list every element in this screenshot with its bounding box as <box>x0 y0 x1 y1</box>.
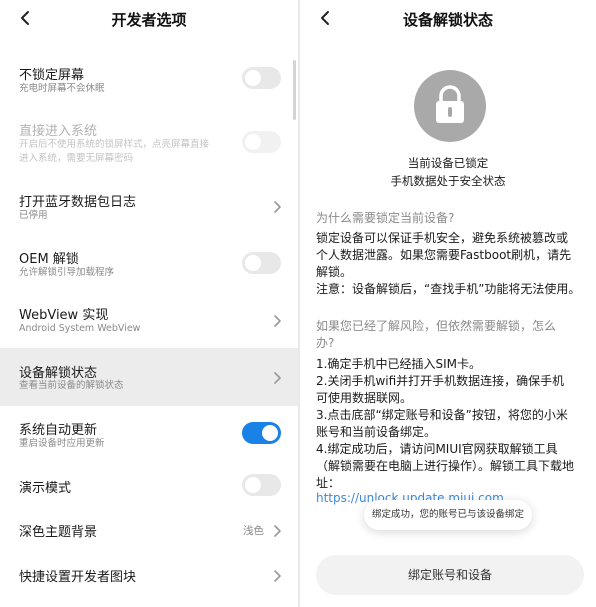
chevron-right-icon <box>272 313 282 327</box>
setting-subtitle: Android System WebView <box>19 323 141 334</box>
stay-awake-toggle[interactable] <box>242 67 281 89</box>
setting-subtitle: 允许解锁引导加载程序 <box>19 267 115 278</box>
text-line: 账号和当前设备绑定。 <box>316 425 437 439</box>
setting-quick-settings-developer-tiles[interactable]: 快捷设置开发者图块 <box>0 556 298 592</box>
text-line: 注意：设备解锁后，“查找手机”功能将无法使用。 <box>316 282 581 296</box>
toggle-knob <box>245 477 261 493</box>
setting-subtitle: 已停用 <box>19 210 48 221</box>
text-line: 可使用数据联网。 <box>316 391 413 405</box>
setting-oem-unlock[interactable]: OEM 解锁 允许解锁引导加载程序 <box>0 240 298 288</box>
setting-title: OEM 解锁 <box>19 252 79 267</box>
page-title: 开发者选项 <box>111 11 187 29</box>
setting-direct-boot: 直接进入系统 开启后不使用系统的锁屏样式，点亮屏幕直接 进入系统，需要无屏幕密码 <box>0 112 298 172</box>
bind-account-device-button[interactable]: 绑定账号和设备 <box>316 555 584 595</box>
top-bar: 设备解锁状态 <box>300 0 596 38</box>
setting-device-unlock-status[interactable]: 设备解锁状态 查看当前设备的解锁状态 <box>0 348 298 406</box>
setting-title: WebView 实现 <box>19 308 109 323</box>
developer-options-screen: 开发者选项 不锁定屏幕 充电时屏幕不会休眠 直接进入系统 开启后不使用系统的锁屏… <box>0 0 298 607</box>
chevron-right-icon <box>272 370 282 384</box>
text-line: 1.确定手机中已经插入SIM卡。 <box>316 357 481 371</box>
setting-webview-implementation[interactable]: WebView 实现 Android System WebView <box>0 296 298 344</box>
setting-title: 直接进入系统 <box>19 124 98 139</box>
setting-title: 深色主题背景 <box>19 525 98 540</box>
demo-mode-toggle[interactable] <box>242 474 281 496</box>
setting-subtitle-line: 开启后不使用系统的锁屏样式，点亮屏幕直接 <box>19 139 210 150</box>
setting-auto-system-update[interactable]: 系统自动更新 重启设备时应用更新 <box>0 410 298 458</box>
lock-icon <box>436 85 464 123</box>
chevron-right-icon <box>272 199 282 213</box>
lock-status-text: 当前设备已锁定 <box>407 156 489 170</box>
text-line: 2.关闭手机wifi并打开手机数据连接，确保手机 <box>316 374 565 388</box>
text-line: 址： <box>316 476 341 490</box>
lock-status-badge <box>414 70 486 142</box>
setting-title: 演示模式 <box>19 481 72 496</box>
text-line: 锁定设备可以保证手机安全，避免系统被篡改或 <box>316 231 569 245</box>
toggle-knob <box>245 255 261 271</box>
setting-title: 不锁定屏幕 <box>19 68 85 83</box>
setting-dark-theme[interactable]: 深色主题背景 浅色 <box>0 512 298 548</box>
text-line: 个人数据泄露。如果您需要Fastboot刷机，请先 <box>316 248 572 262</box>
dark-theme-value: 浅色 <box>243 525 264 537</box>
why-lock-explanation: 锁定设备可以保证手机安全，避免系统被篡改或 个人数据泄露。如果您需要Fastbo… <box>316 230 588 298</box>
toggle-knob <box>245 134 261 150</box>
text-line: （解锁需要在电脑上进行操作）。解锁工具下载地 <box>316 459 575 473</box>
text-line: 4.绑定成功后，请访问MIUI官网获取解锁工具 <box>316 442 558 456</box>
page-title: 设备解锁状态 <box>402 11 493 29</box>
setting-subtitle: 重启设备时应用更新 <box>19 438 105 449</box>
auto-update-toggle[interactable] <box>242 422 281 444</box>
toggle-knob <box>245 70 261 86</box>
top-bar: 开发者选项 <box>0 0 298 38</box>
setting-bluetooth-hci-log[interactable]: 打开蓝牙数据包日志 已停用 <box>0 182 298 230</box>
bind-success-toast: 绑定成功，您的账号已与该设备绑定 <box>364 500 532 530</box>
setting-subtitle-line: 进入系统，需要无屏幕密码 <box>19 153 134 164</box>
setting-title: 打开蓝牙数据包日志 <box>19 195 137 210</box>
direct-boot-toggle <box>242 131 281 153</box>
text-line: 3.点击底部“绑定账号和设备”按钮，将您的小米 <box>316 408 568 422</box>
toggle-knob <box>262 425 278 441</box>
text-line: 办? <box>316 336 335 350</box>
setting-demo-mode[interactable]: 演示模式 <box>0 466 298 504</box>
setting-subtitle: 查看当前设备的解锁状态 <box>19 380 124 391</box>
text-line: 如果您已经了解风险，但依然需要解锁，怎么 <box>316 319 557 333</box>
text-line: 解锁。 <box>316 265 353 279</box>
chevron-right-icon <box>272 523 282 537</box>
setting-subtitle: 充电时屏幕不会休眠 <box>19 83 105 94</box>
oem-unlock-toggle[interactable] <box>242 252 281 274</box>
unlock-steps: 1.确定手机中已经插入SIM卡。 2.关闭手机wifi并打开手机数据连接，确保手… <box>316 356 588 492</box>
question-why-lock: 为什么需要锁定当前设备? <box>316 211 455 225</box>
data-safety-text: 手机数据处于安全状态 <box>390 174 506 188</box>
setting-title: 快捷设置开发者图块 <box>19 570 137 585</box>
setting-title: 系统自动更新 <box>19 423 98 438</box>
chevron-right-icon <box>272 568 282 582</box>
setting-stay-awake[interactable]: 不锁定屏幕 充电时屏幕不会休眠 <box>0 56 298 106</box>
question-still-unlock: 如果您已经了解风险，但依然需要解锁，怎么 办? <box>316 318 588 352</box>
